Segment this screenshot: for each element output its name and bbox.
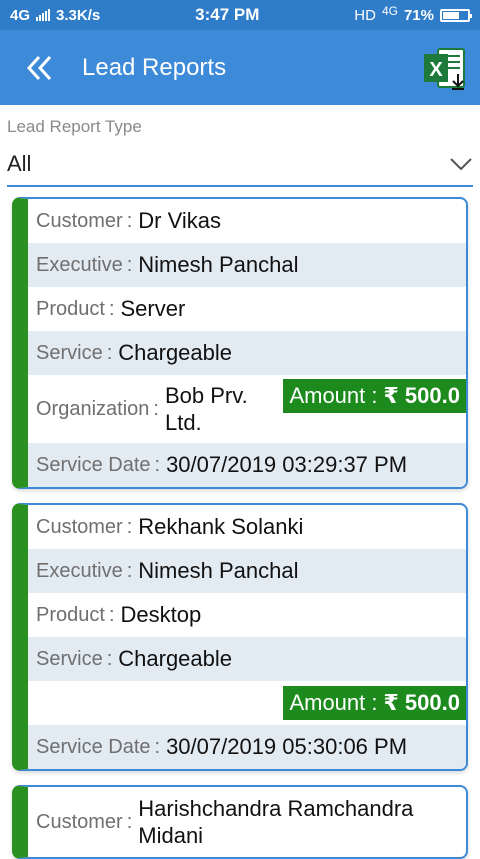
product-value: Desktop [120,602,202,627]
battery-percent: 71% [403,6,434,24]
service-date-row: Service Date: 30/07/2019 03:29:37 PM [28,443,466,487]
service-date-value: 30/07/2019 05:30:06 PM [166,734,408,759]
signal-icon [36,9,51,21]
product-row: Product: Desktop [36,602,202,627]
executive-value: Nimesh Panchal [138,252,299,277]
amount-badge: Amount : ₹ 500.0 [283,379,466,413]
hd-indicator: HD [354,6,376,24]
executive-row: Executive: Nimesh Panchal [28,549,466,593]
filter-label: Lead Report Type [7,117,142,136]
product-row: Product: Server [36,296,186,321]
excel-download-icon[interactable]: X [422,46,468,92]
executive-value: Nimesh Panchal [138,558,299,583]
lead-card[interactable]: Customer: Dr Vikas Executive: Nimesh Pan… [12,197,468,489]
amount-value: ₹ 500.0 [383,383,460,408]
clock: 3:47 PM [195,5,260,24]
status-bar: 4G 3.3K/s 3:47 PM HD 4G 71% [0,0,480,30]
network-type-2: 4G [381,4,398,18]
customer-row: Customer: Rekhank Solanki [36,514,304,539]
service-row: Service: Chargeable [28,331,466,375]
service-row: Service: Chargeable [28,637,466,681]
report-type-filter: Lead Report Type All [0,105,480,187]
amount-badge: Amount : ₹ 500.0 [283,686,466,720]
lead-list: Customer: Dr Vikas Executive: Nimesh Pan… [0,187,480,859]
customer-row: Customer: Dr Vikas [36,208,221,233]
service-value: Chargeable [118,646,233,671]
customer-row: Customer: Harishchandra Ramchandra Midan… [28,787,466,857]
service-date-row: Service Date: 30/07/2019 05:30:06 PM [28,725,466,769]
report-type-select[interactable]: All [7,143,473,187]
customer-value: Dr Vikas [138,208,221,233]
app-bar: Lead Reports X [0,30,480,105]
amount-row: Amount : ₹ 500.0 [28,681,466,725]
page-title: Lead Reports [82,53,227,81]
lead-card[interactable]: Customer: Harishchandra Ramchandra Midan… [12,785,468,859]
svg-text:X: X [429,59,443,81]
organization-row: Organization: Bob Prv. Ltd. Amount : ₹ 5… [28,375,466,443]
service-value: Chargeable [118,340,233,365]
battery-icon [440,8,472,22]
lead-card[interactable]: Customer: Rekhank Solanki Executive: Nim… [12,503,468,771]
network-speed: 3.3K/s [56,6,101,24]
executive-row: Executive: Nimesh Panchal [28,243,466,287]
service-date-value: 30/07/2019 03:29:37 PM [166,452,408,477]
chevron-down-icon [450,158,472,171]
organization-value: Bob Prv. Ltd. [164,383,248,435]
customer-value: Harishchandra Ramchandra Midani [138,796,414,848]
select-value: All [7,151,32,176]
product-value: Server [120,296,186,321]
network-type: 4G [10,6,31,24]
amount-value: ₹ 500.0 [383,690,460,715]
customer-value: Rekhank Solanki [138,514,304,539]
double-chevron-left-icon[interactable] [20,48,60,88]
